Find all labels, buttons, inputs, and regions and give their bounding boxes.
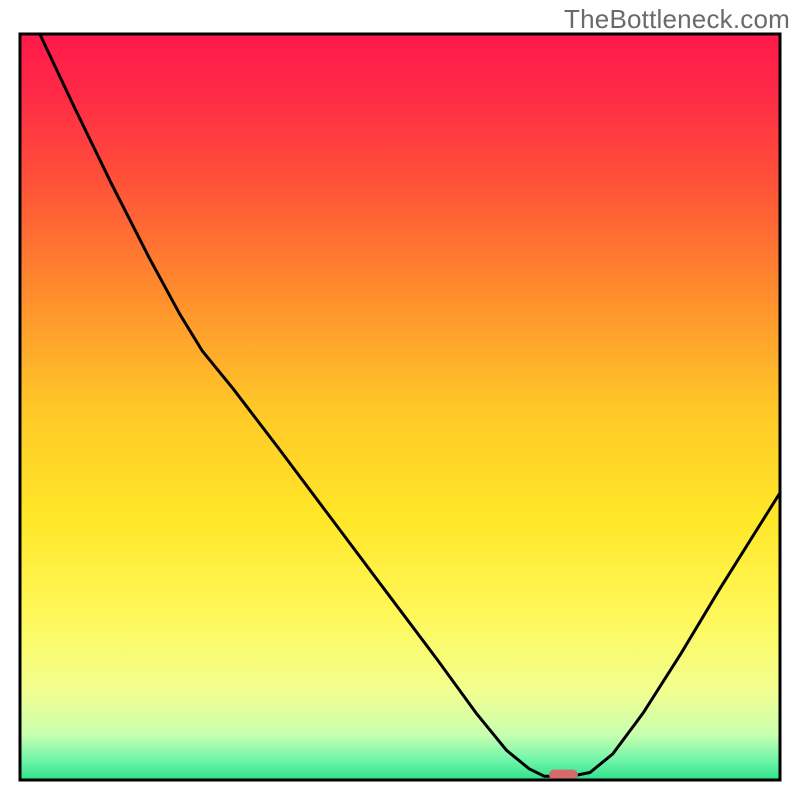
watermark-label: TheBottleneck.com: [564, 4, 790, 35]
bottleneck-chart: [0, 0, 800, 800]
optimal-marker: [549, 770, 578, 780]
chart-container: TheBottleneck.com: [0, 0, 800, 800]
gradient-background: [20, 34, 780, 780]
